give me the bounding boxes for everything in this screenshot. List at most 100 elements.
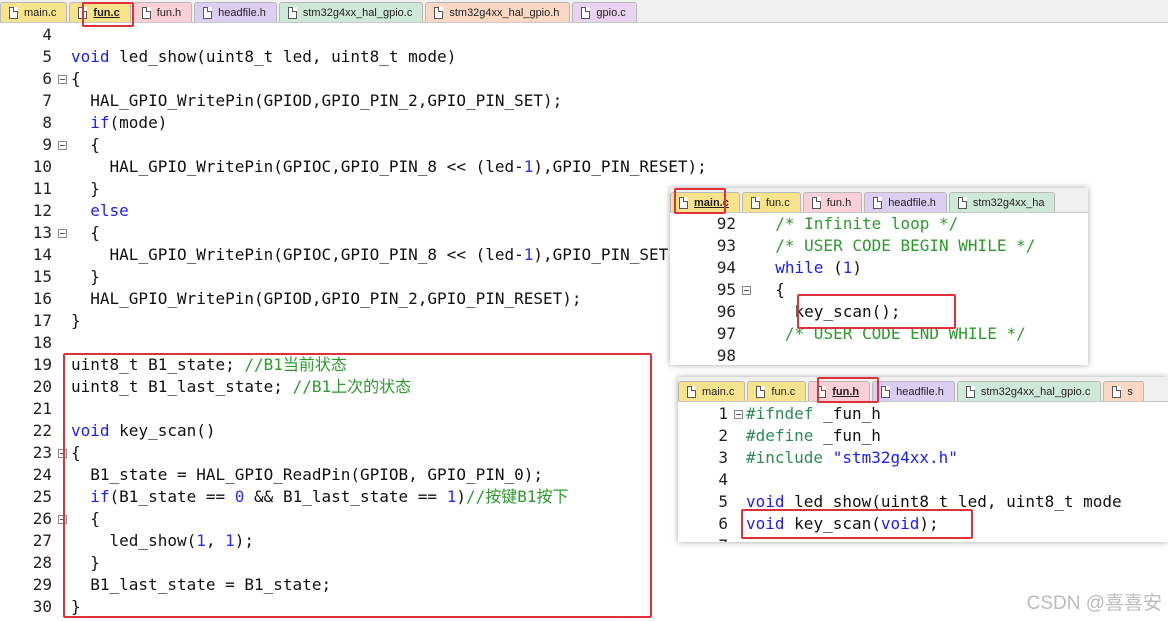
code-line[interactable]: 2 #define _fun_h (678, 425, 1168, 447)
file-icon (873, 196, 883, 209)
highlight-fun-h-tab (817, 377, 879, 403)
tab-label: headfile.h (896, 385, 944, 398)
tab-label: stm32g4xx_hal_gpio.c (302, 6, 413, 19)
tab-fun-h[interactable]: fun.h (132, 2, 193, 22)
file-icon (434, 6, 444, 19)
tab-headfile-h[interactable]: headfile.h (872, 381, 955, 401)
tab-main-c[interactable]: main.c (0, 2, 68, 22)
tab-fun-c[interactable]: fun.c (741, 192, 801, 212)
line-number: 16 (32, 289, 52, 308)
inset-main-c-lines: 92 /* Infinite loop */93 /* USER CODE BE… (670, 214, 1088, 365)
fold-collapse-icon[interactable] (58, 75, 67, 84)
tab-label: main.c (24, 6, 57, 19)
tab-stm32g4xx-hal-gpio-c[interactable]: stm32g4xx_hal_gpio.c (956, 381, 1102, 401)
tab-label: fun.c (765, 196, 790, 209)
tab-fun-h[interactable]: fun.h (802, 192, 863, 212)
line-number: 15 (32, 267, 52, 286)
tab-main-c[interactable]: main.c (678, 381, 746, 401)
code-token: _fun_h (813, 404, 881, 423)
code-token: if (90, 113, 110, 132)
line-number: 6 (718, 514, 728, 533)
inset-fun-h-tabbar: main.c fun.c fun.h headfile.h stm32g4xx_hal_… (678, 377, 1168, 402)
inset-fun-h-panel: main.c fun.c fun.h headfile.h stm32g4xx_hal_… (678, 377, 1168, 542)
code-text: void led_show(uint8_t led, uint8_t mode) (71, 46, 456, 68)
code-text: { (756, 279, 785, 301)
code-token: HAL_GPIO_WritePin(GPIOD,GPIO_PIN_2,GPIO_… (71, 91, 563, 110)
fold-collapse-icon[interactable] (734, 410, 743, 419)
line-number: 2 (718, 426, 728, 445)
line-number: 93 (716, 236, 736, 255)
line-number: 29 (32, 575, 52, 594)
line-number: 28 (32, 553, 52, 572)
code-line[interactable]: 8 if(mode) (0, 112, 1168, 134)
code-line[interactable]: 10 HAL_GPIO_WritePin(GPIOC,GPIO_PIN_8 <<… (0, 156, 1168, 178)
code-text: #include "stm32g4xx.h" (746, 447, 958, 469)
code-token: 1 (523, 245, 534, 264)
code-token: while (775, 258, 824, 277)
highlight-fun-c-tab (82, 2, 134, 27)
code-line[interactable]: 5 void led_show(uint8_t led, uint8_t mode… (0, 46, 1168, 68)
code-token: _fun_h (813, 426, 881, 445)
inset-main-c-editor[interactable]: 92 /* Infinite loop */93 /* USER CODE BE… (670, 214, 1088, 365)
file-icon (9, 6, 18, 19)
tab-stm32g4xx-ha[interactable]: stm32g4xx_ha (948, 192, 1056, 212)
line-number: 24 (32, 465, 52, 484)
code-token: HAL_GPIO_WritePin(GPIOC,GPIO_PIN_8 << (l… (71, 245, 524, 264)
tab-label: stm32g4xx_ha (972, 196, 1045, 209)
code-text: if(mode) (71, 112, 167, 134)
file-icon (687, 385, 696, 398)
code-token: ),GPIO_PIN_RESET); (533, 157, 707, 176)
code-token: ( (823, 258, 843, 277)
line-number: 1 (718, 404, 728, 423)
tab-fun-c[interactable]: fun.c (747, 381, 807, 401)
tab-stm32g4xx-hal-gpio-c[interactable]: stm32g4xx_hal_gpio.c (278, 2, 424, 22)
file-icon (957, 196, 967, 209)
code-text: } (71, 266, 100, 288)
code-line[interactable]: 92 /* Infinite loop */ (670, 214, 1088, 235)
code-token: } (71, 311, 81, 330)
code-token: led_show(uint8_t led, uint8_t mode) (119, 47, 457, 66)
file-icon (1112, 385, 1122, 398)
code-token: "stm32g4xx.h" (832, 448, 958, 467)
code-text: HAL_GPIO_WritePin(GPIOD,GPIO_PIN_2,GPIO_… (71, 288, 581, 310)
code-text: #define _fun_h (746, 425, 881, 447)
code-text: HAL_GPIO_WritePin(GPIOD,GPIO_PIN_2,GPIO_… (71, 90, 562, 112)
line-number: 6 (42, 69, 52, 88)
fold-collapse-icon[interactable] (742, 286, 751, 295)
tab-s[interactable]: s (1103, 381, 1144, 401)
highlight-main-c-tab (674, 188, 726, 214)
line-number: 8 (42, 113, 52, 132)
code-text: } (71, 178, 100, 200)
file-icon (203, 6, 213, 19)
code-line[interactable]: 1 #ifndef _fun_h (678, 403, 1168, 425)
fold-collapse-icon[interactable] (58, 229, 67, 238)
line-number: 17 (32, 311, 52, 330)
line-number: 30 (32, 597, 52, 616)
tab-gpio-c[interactable]: gpio.c (572, 2, 637, 22)
tab-stm32g4xx-hal-gpio-h[interactable]: stm32g4xx_hal_gpio.h (425, 2, 571, 22)
code-line[interactable]: 3 #include "stm32g4xx.h" (678, 447, 1168, 469)
code-line[interactable]: 98 (670, 345, 1088, 365)
code-line[interactable]: 4 (0, 24, 1168, 46)
line-number: 5 (718, 492, 728, 511)
code-token: ) (852, 258, 862, 277)
tab-headfile-h[interactable]: headfile.h (194, 2, 277, 22)
tab-headfile-h[interactable]: headfile.h (864, 192, 947, 212)
tab-label: fun.h (156, 6, 182, 19)
line-number: 23 (32, 443, 52, 462)
code-line[interactable]: 7 HAL_GPIO_WritePin(GPIOD,GPIO_PIN_2,GPI… (0, 90, 1168, 112)
code-line[interactable]: 94 while (1) (670, 257, 1088, 279)
code-text: /* USER CODE BEGIN WHILE */ (756, 235, 1035, 257)
code-line[interactable]: 4 (678, 469, 1168, 491)
fold-collapse-icon[interactable] (58, 141, 67, 150)
file-icon (881, 385, 891, 398)
code-line[interactable]: 9 { (0, 134, 1168, 156)
code-text: while (1) (756, 257, 862, 279)
code-line[interactable]: 6{ (0, 68, 1168, 90)
code-line[interactable]: 93 /* USER CODE BEGIN WHILE */ (670, 235, 1088, 257)
code-token: HAL_GPIO_WritePin(GPIOC,GPIO_PIN_8 << (l… (71, 157, 524, 176)
